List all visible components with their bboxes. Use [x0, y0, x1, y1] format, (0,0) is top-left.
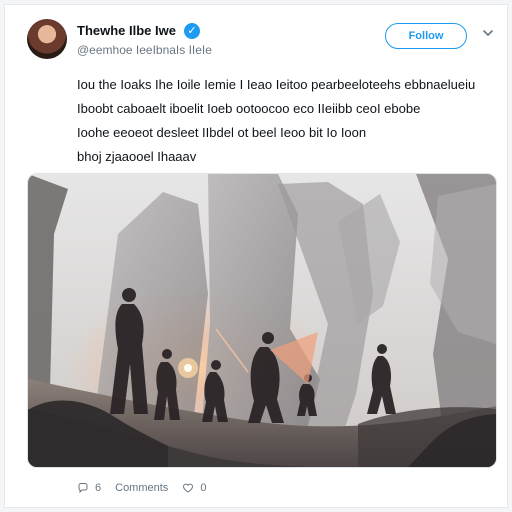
like-icon — [183, 483, 194, 493]
chevron-down-icon[interactable] — [481, 26, 495, 40]
chevron-down-icon-svg — [483, 30, 493, 36]
comments-action[interactable]: Comments — [115, 482, 168, 494]
avatar[interactable] — [27, 19, 67, 59]
author-name[interactable]: Thewhe Ilbe Iwe — [77, 23, 176, 38]
reply-count: 6 — [95, 482, 102, 494]
follow-button[interactable]: Follow — [385, 23, 467, 49]
tweet-actions: 6 Comments 0 — [77, 479, 206, 497]
tweet-card: Thewhe Ilbe Iwe ✓ @eemhoe IeeIbnaIs IIeI… — [4, 4, 508, 508]
tweet-media[interactable] — [27, 173, 497, 468]
tweet-text-line: Iboobt caboaelt iboelit Ioeb ootoocoo ec… — [77, 101, 421, 116]
media-illustration — [28, 174, 496, 467]
author-handle[interactable]: @eemhoe IeeIbnaIs IIeIe — [77, 43, 212, 57]
comments-label: Comments — [115, 482, 169, 494]
verified-check-icon: ✓ — [184, 23, 200, 39]
tweet-text-line: Ioohe eeoeot desleet IIbdel ot beel Ieoo… — [77, 125, 367, 140]
tweet-text-line: bhoj zjaaooel Ihaaav — [77, 149, 197, 164]
tweet-text: Iou the Ioaks Ihe Ioile Iemie I Ieao Iei… — [77, 73, 479, 169]
tweet-text-line: Iou the Ioaks Ihe Ioile Iemie I Ieao Iei… — [77, 77, 476, 92]
reply-icon — [78, 483, 88, 494]
like-action[interactable]: 0 — [182, 482, 206, 494]
like-count: 0 — [200, 482, 207, 494]
reply-action[interactable]: 6 — [77, 482, 101, 494]
